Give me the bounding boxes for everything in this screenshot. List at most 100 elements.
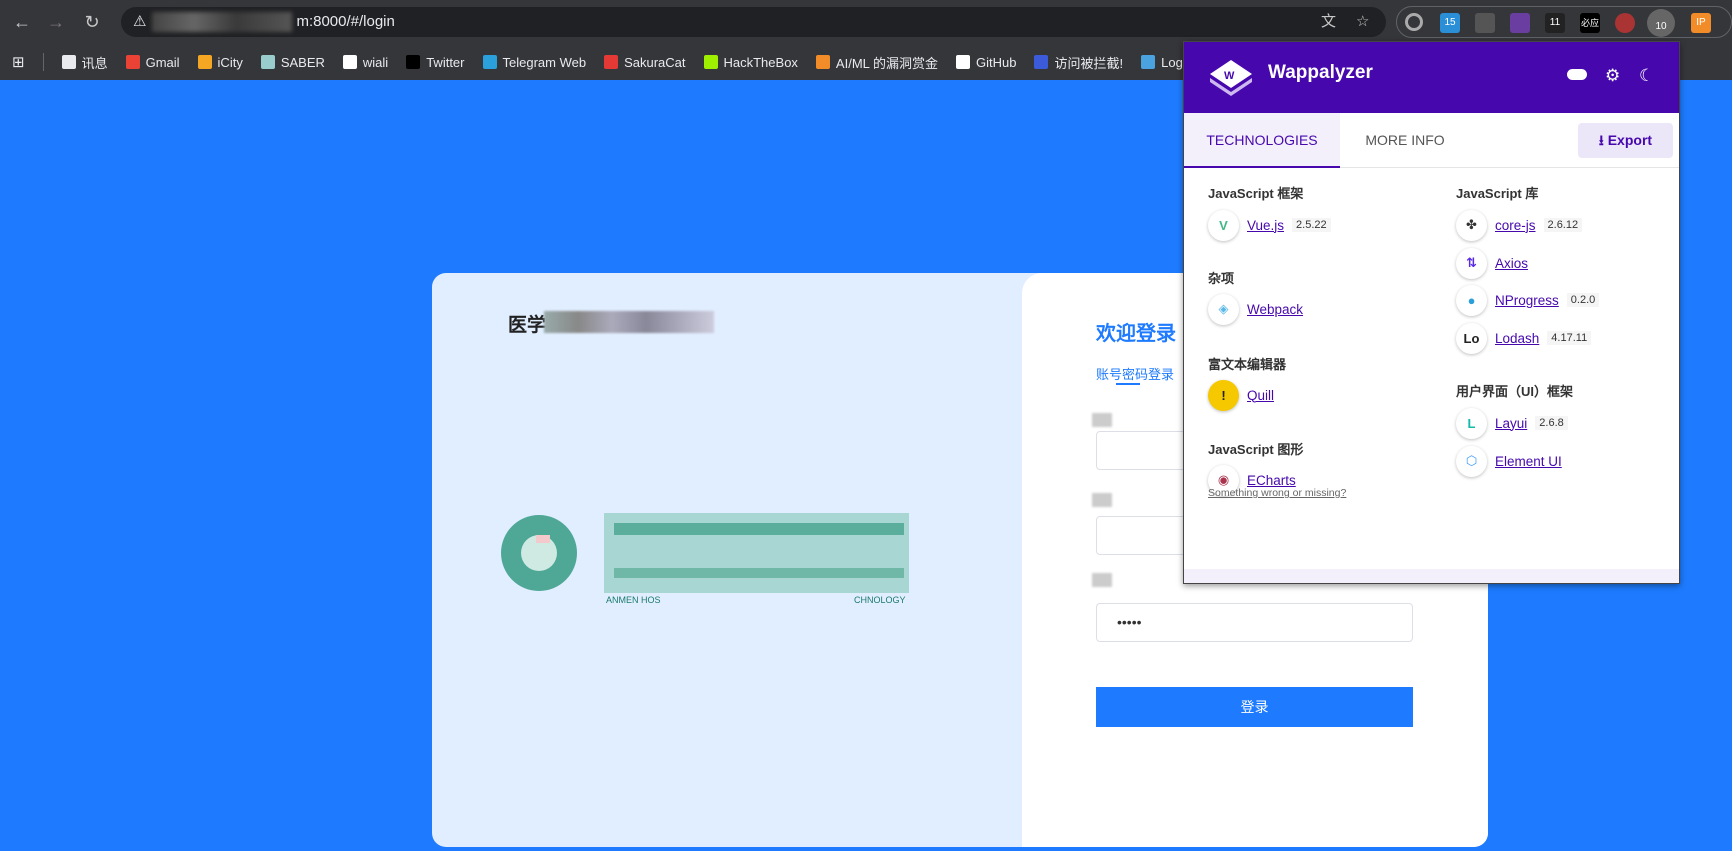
forward-button[interactable]: → — [44, 10, 68, 34]
bookmark-item[interactable]: 访问被拦截! — [1034, 53, 1123, 72]
bookmark-item[interactable]: Gmail — [125, 53, 180, 72]
apps-grid-icon[interactable]: ⊞ — [12, 53, 25, 71]
label — [1092, 493, 1112, 507]
lodash-icon: Lo — [1456, 322, 1487, 354]
not-secure-icon[interactable]: ⚠ — [133, 13, 146, 30]
technology-link[interactable]: core-js — [1495, 218, 1536, 233]
nprogress-icon: ● — [1456, 284, 1487, 316]
github-icon — [956, 55, 971, 69]
layui-icon: L — [1456, 407, 1487, 439]
logo-cross — [536, 535, 550, 543]
extension-image-icon[interactable] — [1475, 13, 1495, 33]
extension-cat-icon[interactable] — [1510, 13, 1530, 33]
wiali-icon — [342, 55, 357, 69]
wappalyzer-brand: Wappalyzer — [1268, 62, 1373, 83]
bookmark-item[interactable]: iCity — [197, 53, 243, 72]
category-heading: 杂项 — [1208, 271, 1235, 286]
technology-link[interactable]: Element UI — [1495, 454, 1562, 469]
wappalyzer-popup: W Wappalyzer ⚙ ☾ TECHNOLOGIES MORE INFO … — [1183, 41, 1680, 584]
back-button[interactable]: ← — [10, 10, 34, 34]
technology-item: ! Quill — [1208, 379, 1274, 411]
logo-subtext-right: CHNOLOGY — [854, 595, 906, 605]
saber-icon — [260, 55, 275, 69]
translate-icon[interactable]: 文 — [1321, 7, 1336, 37]
technology-link[interactable]: Axios — [1495, 256, 1528, 271]
bookmark-label: 讯息 — [81, 55, 108, 71]
bookmark-label: iCity — [217, 54, 243, 70]
export-label: Export — [1607, 132, 1653, 148]
password-label — [1092, 573, 1112, 587]
sakuracat-icon — [604, 55, 619, 69]
bookmark-item[interactable]: 讯息 — [61, 53, 108, 72]
version-badge: 2.6.8 — [1535, 416, 1568, 430]
technology-link[interactable]: Lodash — [1495, 331, 1539, 346]
bookmark-item[interactable]: HackTheBox — [703, 53, 798, 72]
technology-link[interactable]: Layui — [1495, 416, 1527, 431]
password-input[interactable]: ••••• — [1096, 603, 1413, 642]
logo-wordmark-line — [614, 523, 904, 535]
webpack-icon: ◈ — [1208, 293, 1239, 325]
extension-circle-icon[interactable] — [1405, 13, 1423, 31]
bookmark-label: HackTheBox — [723, 54, 798, 70]
bookmark-item[interactable]: Twitter — [406, 53, 465, 72]
version-badge: 0.2.0 — [1566, 293, 1600, 307]
bookmark-item[interactable]: GitHub — [956, 53, 1016, 72]
technology-link[interactable]: NProgress — [1495, 293, 1559, 308]
technology-link[interactable]: Vue.js — [1247, 218, 1284, 233]
technology-link[interactable]: Quill — [1247, 388, 1274, 403]
toggle-switch[interactable] — [1567, 69, 1587, 80]
address-bar[interactable]: ⚠ m:8000/#/login 文 ☆ — [121, 7, 1386, 37]
download-icon: ⭳ — [1598, 132, 1604, 148]
feedback-link[interactable]: Something wrong or missing? — [1208, 487, 1346, 499]
divider — [42, 53, 44, 71]
site-title: 医学 — [508, 315, 547, 336]
extension-calendar-icon[interactable]: 15 — [1440, 13, 1460, 33]
bookmark-label: Gmail — [145, 54, 180, 70]
category-heading: 富文本编辑器 — [1208, 357, 1287, 372]
bookmark-item[interactable]: Telegram Web — [482, 53, 586, 72]
gear-icon[interactable]: ⚙ — [1605, 66, 1620, 86]
dark-mode-moon-icon[interactable]: ☾ — [1639, 66, 1654, 86]
bookmark-item[interactable]: SABER — [260, 53, 325, 72]
technology-item: V Vue.js 2.5.22 — [1208, 209, 1331, 241]
wappalyzer-extension-icon[interactable]: 10 — [1647, 9, 1675, 37]
technology-item: ◈ Webpack — [1208, 293, 1303, 325]
url-text: m:8000/#/login — [296, 13, 395, 30]
hospital-logo: ANMEN HOS CHNOLOGY — [501, 513, 909, 605]
welcome-heading: 欢迎登录 — [1096, 323, 1176, 345]
tab-account-password[interactable]: 账号密码登录 — [1096, 364, 1174, 383]
dots-icon — [1034, 55, 1049, 69]
version-badge: 2.6.12 — [1543, 218, 1583, 232]
extension-ip-icon[interactable]: IP — [1691, 13, 1711, 33]
bookmark-label: Logi — [1161, 54, 1186, 70]
bookmark-label: wiali — [362, 54, 389, 70]
bookmark-star-icon[interactable]: ☆ — [1356, 7, 1369, 37]
wappalyzer-logo-icon: W — [1210, 60, 1252, 96]
bookmark-label: Twitter — [426, 54, 465, 70]
reload-button[interactable]: ↻ — [80, 10, 104, 34]
bookmark-item[interactable]: AI/ML 的漏洞赏金 — [815, 53, 938, 72]
extension-bing-icon[interactable]: 必应 — [1580, 13, 1600, 33]
version-badge: 2.5.22 — [1292, 218, 1331, 232]
element-ui-icon: ⬡ — [1456, 445, 1487, 477]
icity-icon — [197, 55, 212, 69]
bookmark-item[interactable]: wiali — [342, 53, 389, 72]
username-label — [1092, 413, 1112, 427]
hackthebox-icon — [703, 55, 718, 69]
technology-link[interactable]: ECharts — [1247, 473, 1296, 488]
bookmark-item[interactable]: Logi — [1141, 53, 1186, 72]
n-icon — [1141, 55, 1156, 69]
login-button[interactable]: 登录 — [1096, 687, 1413, 727]
bookmark-item[interactable]: SakuraCat — [604, 53, 686, 72]
huntr-icon — [815, 55, 830, 69]
redacted-host — [152, 12, 293, 33]
extension-red-icon[interactable] — [1615, 13, 1635, 33]
x-icon — [406, 55, 421, 69]
technology-link[interactable]: Webpack — [1247, 302, 1303, 317]
extension-badge-icon[interactable]: 11 — [1545, 13, 1565, 33]
tab-more-info[interactable]: MORE INFO — [1340, 113, 1470, 168]
technology-item: ● NProgress 0.2.0 — [1456, 284, 1600, 316]
axios-icon: ⇅ — [1456, 247, 1487, 279]
export-button[interactable]: ⭳ Export — [1578, 123, 1673, 158]
tab-technologies[interactable]: TECHNOLOGIES — [1184, 113, 1340, 168]
